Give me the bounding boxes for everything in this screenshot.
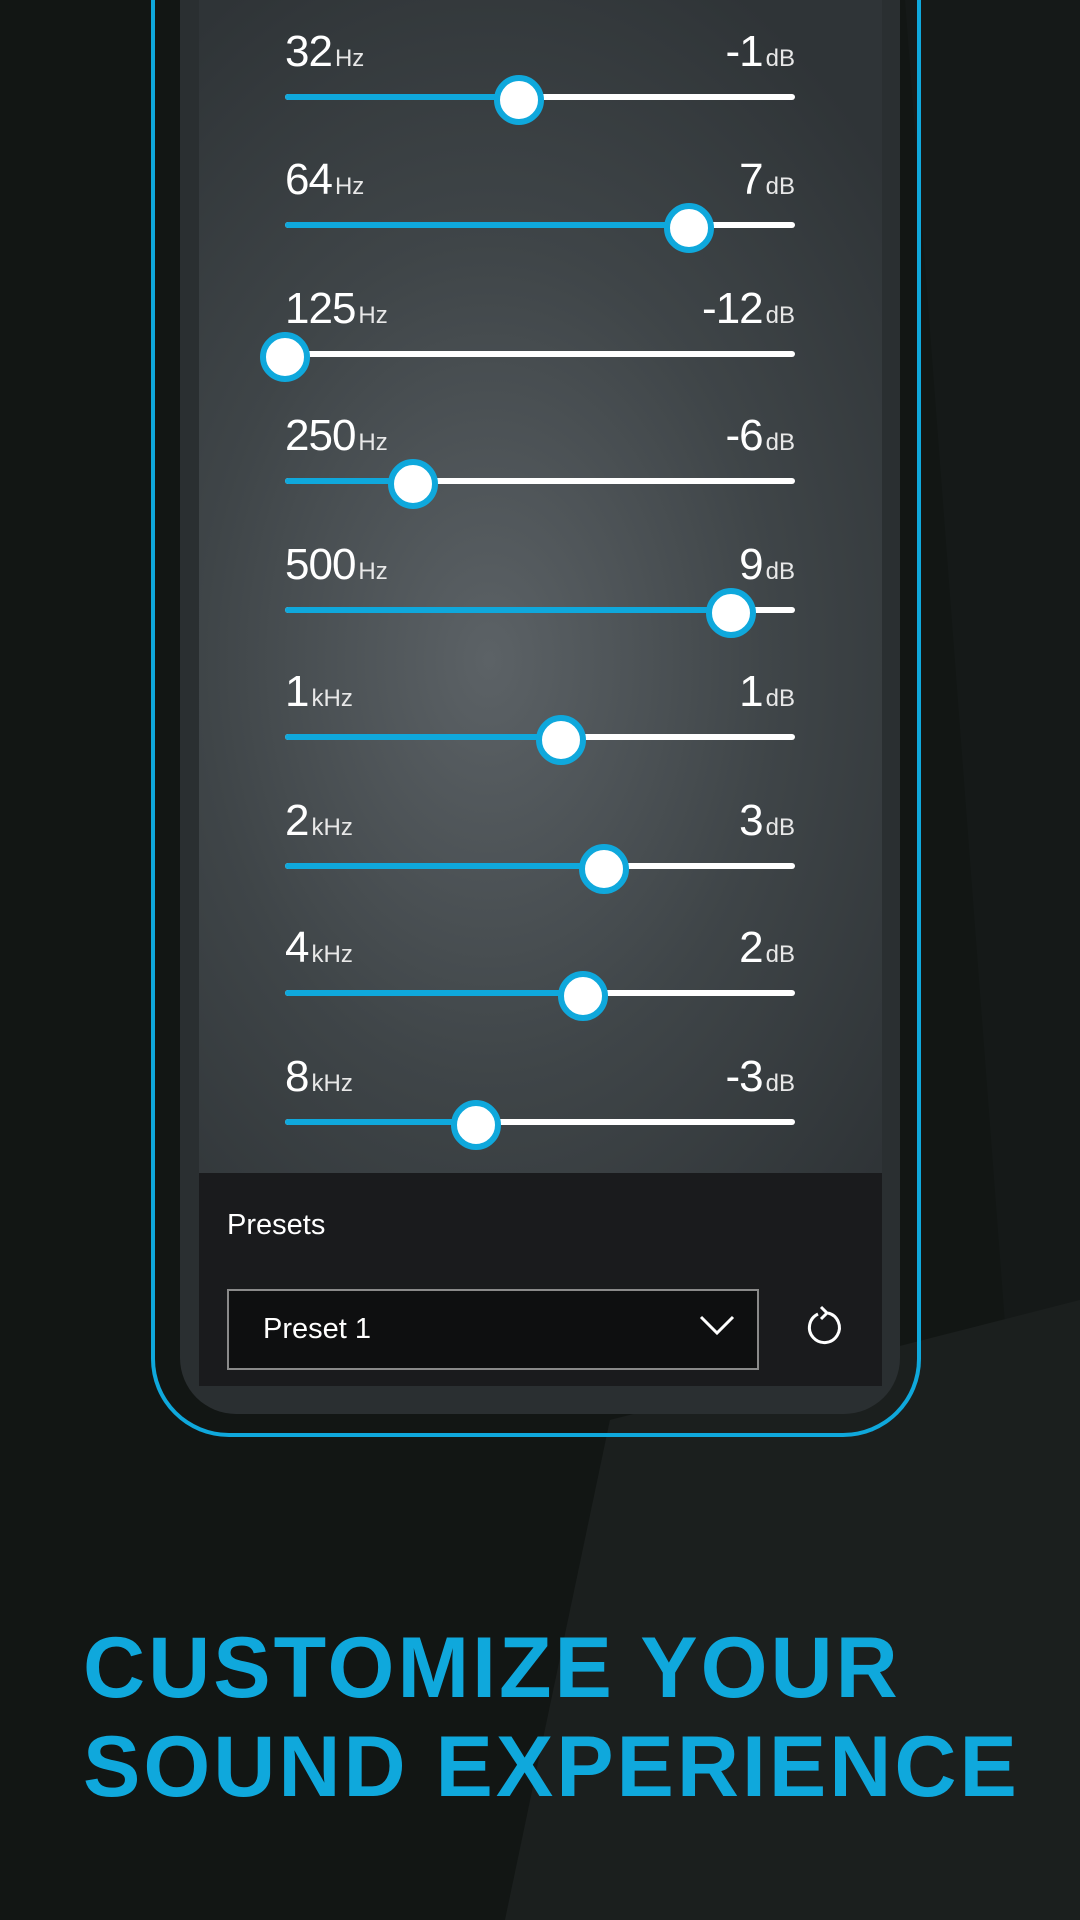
slider-fill <box>285 607 732 613</box>
gain-value: -12 <box>702 284 764 333</box>
frequency-value: 2 <box>285 796 310 845</box>
band-gain: -3 dB <box>726 1052 795 1102</box>
preset-dropdown-value: Preset 1 <box>263 1313 371 1345</box>
gain-slider[interactable] <box>285 1100 795 1150</box>
band-gain: -6 dB <box>726 411 795 461</box>
band-frequency: 500 Hz <box>285 540 388 590</box>
gain-unit: dB <box>765 685 795 712</box>
gain-value: -1 <box>725 27 764 76</box>
slider-thumb[interactable] <box>706 588 757 638</box>
band-frequency: 2 kHz <box>285 796 353 846</box>
reset-icon[interactable] <box>799 1301 849 1351</box>
gain-value: 9 <box>739 540 764 589</box>
band-gain: 3 dB <box>739 796 795 846</box>
band-gain: 9 dB <box>739 540 795 590</box>
frequency-value: 1 <box>285 667 310 716</box>
eq-band-125hz: 125 Hz -12 dB <box>199 284 882 412</box>
gain-slider[interactable] <box>260 332 795 382</box>
eq-band-32hz: 32 Hz -1 dB <box>199 27 882 155</box>
slider-thumb[interactable] <box>663 203 714 253</box>
band-gain: -1 dB <box>726 27 795 77</box>
eq-band-500hz: 500 Hz 9 dB <box>199 540 882 668</box>
band-gain: 2 dB <box>739 923 795 973</box>
frequency-value: 32 <box>285 27 333 76</box>
gain-slider[interactable] <box>285 844 795 894</box>
gain-unit: dB <box>765 173 795 200</box>
slider-fill <box>285 990 583 996</box>
gain-unit: dB <box>765 45 795 72</box>
slider-thumb[interactable] <box>578 844 629 894</box>
band-frequency: 250 Hz <box>285 411 388 461</box>
frequency-value: 125 <box>285 284 356 333</box>
band-frequency: 64 Hz <box>285 155 364 205</box>
gain-slider[interactable] <box>285 715 795 765</box>
eq-band-1khz: 1 kHz 1 dB <box>199 667 882 795</box>
gain-value: 3 <box>739 796 764 845</box>
slider-fill <box>285 1119 477 1125</box>
frequency-unit: Hz <box>334 173 365 200</box>
slider-thumb[interactable] <box>451 1100 502 1150</box>
eq-band-2khz: 2 kHz 3 dB <box>199 796 882 924</box>
slider-fill <box>285 863 604 869</box>
eq-band-4khz: 4 kHz 2 dB <box>199 923 882 1051</box>
frequency-value: 500 <box>285 540 356 589</box>
chevron-down-icon <box>699 1315 735 1336</box>
eq-band-64hz: 64 Hz 7 dB <box>199 155 882 283</box>
gain-unit: dB <box>765 558 795 585</box>
equalizer-screen: 32 Hz -1 dB 64 Hz 7 dB 125 Hz -12 dB 250… <box>199 0 882 1386</box>
headline-line-2: SOUND EXPERIENCE <box>83 1719 1020 1815</box>
band-frequency: 125 Hz <box>285 284 388 334</box>
gain-value: 7 <box>739 155 764 204</box>
gain-unit: dB <box>765 941 795 968</box>
gain-value: 1 <box>739 667 764 716</box>
slider-thumb[interactable] <box>260 332 310 382</box>
gain-value: -6 <box>725 411 764 460</box>
frequency-unit: kHz <box>311 1070 353 1097</box>
gain-slider[interactable] <box>285 588 795 638</box>
slider-thumb[interactable] <box>536 715 587 765</box>
band-frequency: 32 Hz <box>285 27 364 77</box>
band-gain: 7 dB <box>739 155 795 205</box>
frequency-unit: Hz <box>334 45 365 72</box>
band-gain: -12 dB <box>702 284 795 334</box>
frequency-unit: kHz <box>311 685 353 712</box>
band-frequency: 4 kHz <box>285 923 353 973</box>
band-frequency: 1 kHz <box>285 667 353 717</box>
slider-fill <box>285 222 689 228</box>
presets-panel: Presets Preset 1 <box>199 1173 882 1386</box>
slider-thumb[interactable] <box>557 971 608 1021</box>
slider-fill <box>285 94 519 100</box>
gain-unit: dB <box>765 1070 795 1097</box>
gain-unit: dB <box>765 429 795 456</box>
gain-unit: dB <box>765 814 795 841</box>
gain-slider[interactable] <box>285 459 795 509</box>
slider-thumb[interactable] <box>387 459 438 509</box>
frequency-unit: Hz <box>358 429 388 456</box>
eq-band-250hz: 250 Hz -6 dB <box>199 411 882 539</box>
frequency-value: 4 <box>285 923 310 972</box>
slider-thumb[interactable] <box>493 75 544 125</box>
frequency-value: 64 <box>285 155 333 204</box>
frequency-unit: Hz <box>358 558 388 585</box>
headline-line-1: CUSTOMIZE YOUR <box>83 1620 901 1716</box>
frequency-unit: kHz <box>311 941 353 968</box>
gain-unit: dB <box>765 302 795 329</box>
gain-value: 2 <box>739 923 764 972</box>
band-frequency: 8 kHz <box>285 1052 353 1102</box>
eq-band-8khz: 8 kHz -3 dB <box>199 1052 882 1180</box>
frequency-unit: kHz <box>311 814 353 841</box>
gain-slider[interactable] <box>285 203 795 253</box>
presets-label: Presets <box>227 1209 326 1241</box>
gain-slider[interactable] <box>285 971 795 1021</box>
slider-fill <box>285 734 562 740</box>
gain-value: -3 <box>725 1052 764 1101</box>
frequency-unit: Hz <box>358 302 388 329</box>
gain-slider[interactable] <box>285 75 795 125</box>
frequency-value: 250 <box>285 411 356 460</box>
band-gain: 1 dB <box>739 667 795 717</box>
frequency-value: 8 <box>285 1052 310 1101</box>
preset-dropdown[interactable]: Preset 1 <box>227 1289 759 1370</box>
